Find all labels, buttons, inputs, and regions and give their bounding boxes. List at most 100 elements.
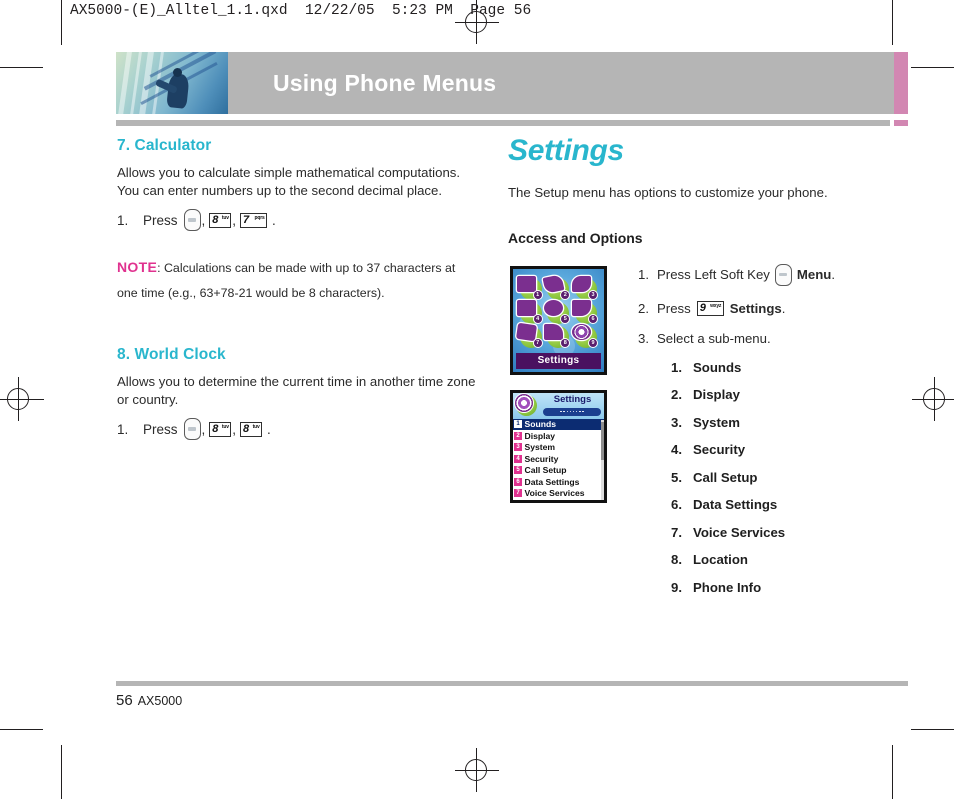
icon-badge: 2	[561, 290, 570, 299]
phone-list-item: 3 System	[513, 442, 604, 454]
banner-underline-pink	[894, 120, 908, 126]
menu-icon-tools: 3	[572, 275, 600, 301]
number-key-icon-8-tuv: 8 tuv	[209, 421, 232, 437]
submenu-item-call-setup: 5. Call Setup	[671, 470, 911, 485]
submenu-item-location: 8. Location	[671, 552, 911, 567]
phone-list-item: 7 Voice Services	[513, 488, 604, 500]
banner-photo-thumbnail	[116, 52, 228, 114]
item-number: 9.	[671, 579, 682, 595]
icon-badge: 3	[588, 290, 597, 299]
item-number-badge: 3	[514, 443, 522, 452]
phone-screen-grid: 1 2 3 4 5 6 7 8 9 Settings	[513, 268, 604, 372]
phone-screenshot-main-menu: 1 2 3 4 5 6 7 8 9 Settings	[508, 263, 609, 377]
crop-mark-bottom-right-vertical	[892, 745, 893, 799]
item-label: Call Setup	[524, 465, 567, 476]
key-digit: 7	[243, 213, 250, 226]
key-digit: 8	[243, 422, 250, 435]
item-label: Voice Services	[693, 524, 786, 540]
step-world-clock: 1. Press , 8 tuv , 8 tuv .	[117, 418, 477, 440]
print-slug-line: AX5000-(E)_Alltel_1.1.qxd 12/22/05 5:23 …	[70, 3, 532, 19]
registration-mark-left	[0, 377, 44, 421]
icon-badge: 5	[561, 314, 570, 323]
icon-badge: 4	[533, 314, 542, 323]
item-number: 2.	[671, 387, 682, 402]
key-letters: pqrs	[254, 214, 265, 221]
right-column: Settings The Setup menu has options to c…	[508, 134, 911, 595]
separator-comma: ,	[232, 421, 237, 437]
key-letters: tuv	[252, 423, 260, 430]
note-text: : Calculations can be made with up to 37…	[117, 261, 456, 300]
page-title: Using Phone Menus	[273, 70, 497, 96]
icon-badge: 6	[588, 314, 597, 323]
item-number: 7.	[671, 524, 682, 540]
access-step-2: 2. Press 9 wxyz Settings.	[638, 300, 908, 316]
section-heading-calculator: 7. Calculator	[117, 137, 212, 154]
section-body-calculator: Allows you to calculate simple mathemati…	[117, 165, 461, 198]
book-name: AX5000	[137, 694, 183, 708]
crop-mark-bottom-left-vertical	[61, 745, 62, 799]
item-number: 4.	[671, 442, 682, 457]
number-key-icon-7-pqrs: 7 pqrs	[240, 212, 268, 228]
crop-mark-top-left-horizontal	[0, 67, 43, 68]
access-and-options-heading: Access and Options	[508, 229, 643, 246]
item-number-badge: 6	[514, 477, 522, 486]
access-and-options-content: 1 2 3 4 5 6 7 8 9 Settings Settings 1 So…	[508, 263, 911, 595]
step-bold-label: Menu	[796, 267, 832, 282]
phone-list-item: 4 Security	[513, 453, 604, 465]
key-digit: 8	[212, 422, 219, 435]
item-label: Phone Info	[693, 579, 762, 595]
step-text: Select a sub-menu.	[657, 330, 771, 346]
access-steps-list: 1. Press Left Soft Key Menu. 2. Press 9 …	[638, 263, 908, 361]
step-number: 1.	[117, 421, 129, 437]
separator-comma: ,	[201, 421, 206, 437]
item-label: Sounds	[524, 419, 557, 430]
item-label: Security	[693, 442, 746, 457]
phone-screen-list-header: Settings	[513, 392, 604, 419]
item-number: 1.	[671, 359, 682, 375]
icon-badge: 8	[561, 338, 570, 347]
note-keyword: NOTE	[117, 259, 158, 275]
menu-icon-contacts: 4	[516, 299, 545, 325]
number-key-icon-8-tuv: 8 tuv	[209, 212, 232, 228]
phone-list-item: 6 Data Settings	[513, 476, 604, 488]
number-key-icon-8-tuv: 8 tuv	[240, 421, 263, 437]
item-number-badge: 5	[514, 466, 522, 475]
section-heading-world-clock: 8. World Clock	[117, 346, 226, 363]
submenu-item-security: 4. Security	[671, 442, 911, 457]
item-number-badge: 4	[514, 454, 522, 463]
soft-key-icon	[183, 209, 201, 231]
menu-icon-media: 7	[515, 322, 545, 349]
crop-mark-bottom-left-horizontal	[0, 729, 43, 730]
crop-mark-top-right-horizontal	[911, 67, 954, 68]
submenu-item-sounds: 1. Sounds	[671, 360, 911, 375]
step-bold-label: Settings	[729, 300, 782, 316]
separator-comma: ,	[232, 212, 237, 228]
item-number-badge: 2	[514, 431, 522, 440]
item-label: Display	[693, 387, 740, 402]
phone-list-item: 2 Display	[513, 430, 604, 442]
menu-icon-downloads: 6	[572, 299, 600, 325]
banner-pink-accent	[894, 52, 908, 114]
submenu-item-system: 3. System	[671, 415, 911, 430]
registration-mark-right	[912, 377, 954, 421]
item-number: 5.	[671, 469, 682, 485]
submenu-item-phone-info: 9. Phone Info	[671, 580, 911, 595]
key-digit: 9	[699, 301, 706, 314]
item-label: Sounds	[693, 359, 742, 375]
icon-badge: 7	[533, 338, 542, 347]
manual-page: AX5000-(E)_Alltel_1.1.qxd 12/22/05 5:23 …	[0, 0, 954, 799]
banner-underline-rule	[116, 120, 890, 126]
access-step-1: 1. Press Left Soft Key Menu.	[638, 263, 908, 286]
icon-badge: 1	[533, 290, 542, 299]
submenu-item-data-settings: 6. Data Settings	[671, 497, 911, 512]
soft-key-icon	[774, 263, 792, 286]
item-label: Voice Services	[524, 488, 585, 499]
step-period: .	[781, 300, 786, 316]
item-number: 8.	[671, 552, 682, 567]
crop-mark-bottom-right-horizontal	[911, 729, 954, 730]
number-key-icon-9-wxyz: 9 wxyz	[696, 300, 724, 316]
note-block: NOTE: Calculations can be made with up t…	[117, 255, 477, 306]
item-label: Data Settings	[693, 497, 778, 512]
item-number: 3.	[671, 414, 682, 430]
step-number: 2.	[638, 300, 649, 316]
